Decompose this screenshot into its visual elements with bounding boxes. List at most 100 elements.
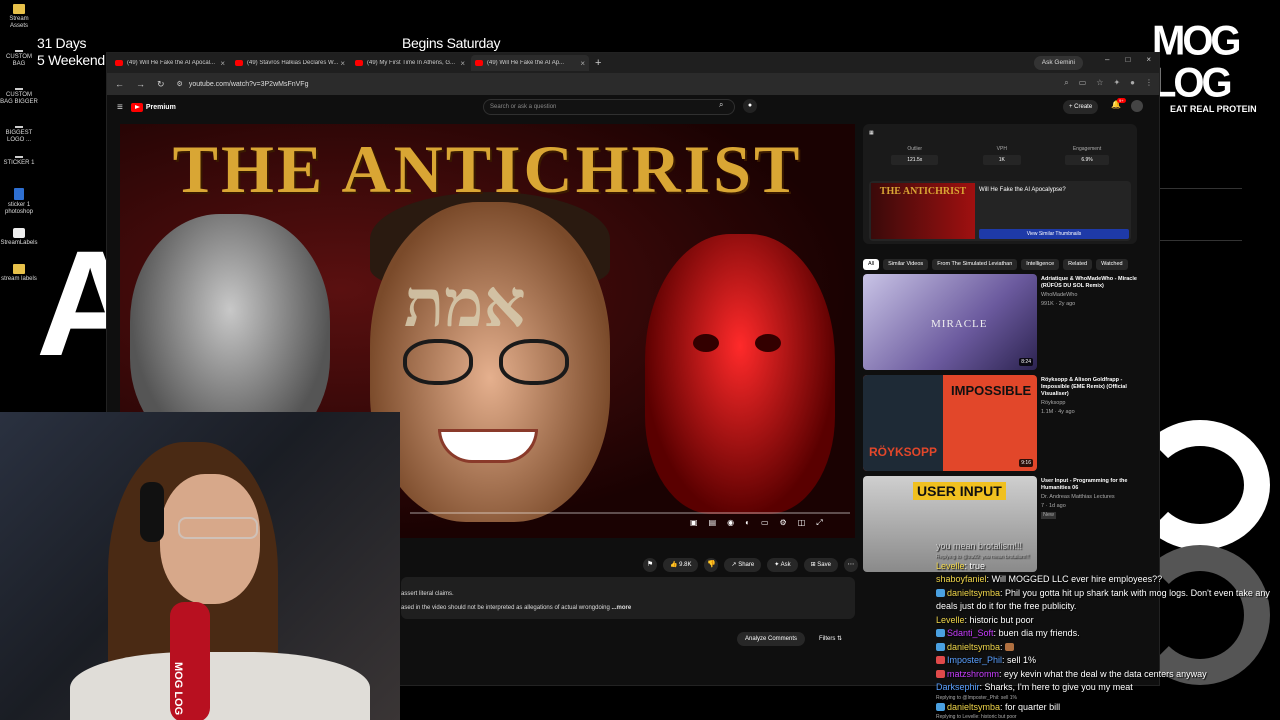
- url-field[interactable]: youtube.com/watch?v=3P2wMsFnVFg: [189, 81, 309, 88]
- chat-badge-icon: [936, 656, 945, 664]
- new-tab-button[interactable]: +: [595, 57, 601, 69]
- back-icon[interactable]: ←: [115, 79, 124, 89]
- dislike-icon[interactable]: 👎: [704, 558, 719, 572]
- maximize-icon[interactable]: □: [1125, 55, 1130, 64]
- profile-icon[interactable]: ●: [1130, 78, 1135, 88]
- premium-label: Premium: [145, 103, 176, 111]
- cast-icon[interactable]: ▭: [1079, 78, 1087, 88]
- stat-engagement: Engagement 6.9%: [1065, 146, 1109, 165]
- close-window-icon[interactable]: ×: [1146, 55, 1151, 64]
- youtube-icon: [355, 60, 363, 66]
- analyze-comments-button[interactable]: Analyze Comments: [737, 632, 806, 646]
- browser-tab[interactable]: (49) My First Time In Athens, G... ×: [351, 55, 469, 71]
- filters-button[interactable]: Filters ⇅: [819, 632, 842, 646]
- browser-tab-active[interactable]: (49) Will He Fake the AI Ap... ×: [471, 55, 589, 71]
- stat-outlier: Outlier 121.5x: [891, 146, 939, 165]
- search-input[interactable]: Search or ask a question: [483, 99, 735, 115]
- chat-message: Levelle: true: [936, 560, 986, 571]
- recommended-video[interactable]: MIRACLE 8:24 Adriatique & WhoMadeWho - M…: [863, 274, 1137, 370]
- desktop-icon-sticker-photoshop[interactable]: sticker 1 photoshop: [0, 188, 38, 216]
- close-icon[interactable]: ×: [340, 59, 345, 68]
- autoplay-toggle-icon[interactable]: ◐: [745, 518, 750, 528]
- miniplayer-icon[interactable]: ◫: [798, 518, 806, 528]
- thumbnail-skull-right: [645, 234, 835, 514]
- microphone-icon[interactable]: ●: [743, 99, 757, 113]
- extension-panel: ▦ Outlier 121.5x VPH 1K Engagement 6.9% THE…: [863, 124, 1137, 244]
- create-button[interactable]: + Create: [1063, 100, 1099, 114]
- youtube-logo-icon[interactable]: [130, 102, 143, 112]
- filter-chips: All Similar Videos From The Simulated Le…: [863, 259, 1128, 270]
- view-similar-thumbnails-button[interactable]: View Similar Thumbnails: [979, 229, 1129, 239]
- streamer-shirt: [70, 652, 370, 720]
- zoom-icon[interactable]: ⌕: [1064, 78, 1068, 88]
- menu-icon[interactable]: ⋮: [1145, 78, 1153, 88]
- video-info: User Input - Programming for the Humanit…: [1041, 478, 1128, 519]
- video-thumbnail[interactable]: MIRACLE 8:24: [863, 274, 1037, 370]
- desktop-icon-stream-labels[interactable]: stream labels: [0, 264, 38, 283]
- chip-all[interactable]: All: [863, 259, 880, 270]
- desktop-icon-sticker-1[interactable]: STICKER 1: [0, 156, 38, 167]
- chat-message: matzshromm: eyy kevin what the deal w th…: [936, 668, 1280, 682]
- chip-intelligence[interactable]: Intelligence: [1021, 259, 1060, 270]
- close-icon[interactable]: ×: [580, 59, 585, 68]
- forward-icon[interactable]: →: [136, 79, 145, 89]
- browser-tab[interactable]: (49) Will He Fake the AI Apocal... ×: [111, 55, 229, 71]
- search-icon[interactable]: ⌕: [719, 100, 723, 110]
- ask-button[interactable]: ✦ Ask: [767, 558, 798, 572]
- youtube-header: ≡ Premium Search or ask a question ⌕ ● +…: [107, 95, 1159, 119]
- extensions-icon[interactable]: ✦: [1113, 78, 1120, 88]
- like-button[interactable]: 👍 9.8K: [663, 558, 699, 572]
- hamburger-menu-icon[interactable]: ≡: [117, 102, 123, 113]
- photoshop-doc-icon: [14, 188, 24, 200]
- chip-watched[interactable]: Watched: [1096, 259, 1128, 270]
- close-icon[interactable]: ×: [220, 59, 225, 68]
- chat-message: danieltsymba: Phil you gotta hit up shar…: [936, 587, 1270, 611]
- bookmark-star-icon[interactable]: ☆: [1096, 78, 1103, 88]
- window-controls: – □ ×: [1105, 55, 1151, 64]
- chat-message: shaboyfaniel: Will MOGGED LLC ever hire …: [936, 574, 1163, 584]
- close-icon[interactable]: ×: [460, 59, 465, 68]
- more-options-icon[interactable]: ⋯: [843, 558, 858, 572]
- divider: [1160, 240, 1242, 241]
- youtube-icon: [115, 60, 123, 66]
- desktop-icon-stream-assets[interactable]: Stream Assets: [0, 4, 38, 30]
- recommended-video[interactable]: IMPOSSIBLE RÖYKSOPP 9:16 Röyksopp & Alis…: [863, 375, 1137, 471]
- video-description[interactable]: assert literal claims. ased in the video…: [401, 577, 855, 619]
- video-controls: ▣ ▤ ◉ ◐ ▭ ⚙ ◫ ⤢: [690, 518, 823, 528]
- chip-from-channel[interactable]: From The Simulated Leviathan: [932, 259, 1018, 270]
- video-thumbnail[interactable]: IMPOSSIBLE RÖYKSOPP 9:16: [863, 375, 1037, 471]
- chat-badge-icon: [936, 702, 945, 711]
- skull-eye: [755, 334, 781, 352]
- emote-icon: [1005, 642, 1015, 651]
- chip-related[interactable]: Related: [1063, 259, 1093, 270]
- save-button[interactable]: ⊞ Save: [803, 558, 838, 572]
- description-more-link[interactable]: ...more: [611, 605, 631, 611]
- app-icon: [13, 228, 25, 238]
- share-button[interactable]: ↗ Share: [724, 558, 762, 572]
- desktop-icon-biggest-logo[interactable]: BIGGEST LOGO ...: [0, 126, 38, 144]
- avatar[interactable]: [1131, 100, 1143, 112]
- dash-icon: [15, 156, 23, 158]
- desktop-icon-streamlabels[interactable]: StreamLabels: [0, 228, 38, 247]
- site-info-icon[interactable]: ⚙: [177, 80, 183, 88]
- ask-gemini-button[interactable]: Ask Gemini: [1033, 56, 1083, 70]
- thumbnail-glasses: [403, 339, 573, 385]
- chip-similar-videos[interactable]: Similar Videos: [883, 259, 929, 270]
- desktop-icon-custom-bag-bigger[interactable]: CUSTOM BAG BIGGER: [0, 88, 38, 106]
- minimize-icon[interactable]: –: [1105, 55, 1109, 64]
- browser-tab[interactable]: (49) Stavros Halkias Declares W... ×: [231, 55, 349, 71]
- notes-icon[interactable]: ▤: [709, 518, 717, 528]
- bookmark-icon[interactable]: ⚑: [643, 558, 657, 572]
- chat-overlay: you mean brotalism!!! Replying to @tru09…: [936, 540, 1280, 720]
- settings-gear-icon[interactable]: ⚙: [780, 518, 787, 528]
- extension-card-title: Will He Fake the AI Apocalypse?: [979, 187, 1066, 193]
- captions-icon[interactable]: ▭: [761, 518, 769, 528]
- desktop-icon-custom-bag[interactable]: CUSTOM BAG: [0, 50, 38, 68]
- clip-icon[interactable]: ▣: [690, 518, 698, 528]
- screenshot-icon[interactable]: ◉: [727, 518, 734, 528]
- chat-message: danieltsymba:: [936, 641, 1280, 655]
- chat-badge-icon: [936, 669, 945, 678]
- reload-icon[interactable]: ↻: [157, 79, 165, 90]
- video-progress-bar[interactable]: [410, 512, 850, 514]
- fullscreen-icon[interactable]: ⤢: [816, 518, 822, 528]
